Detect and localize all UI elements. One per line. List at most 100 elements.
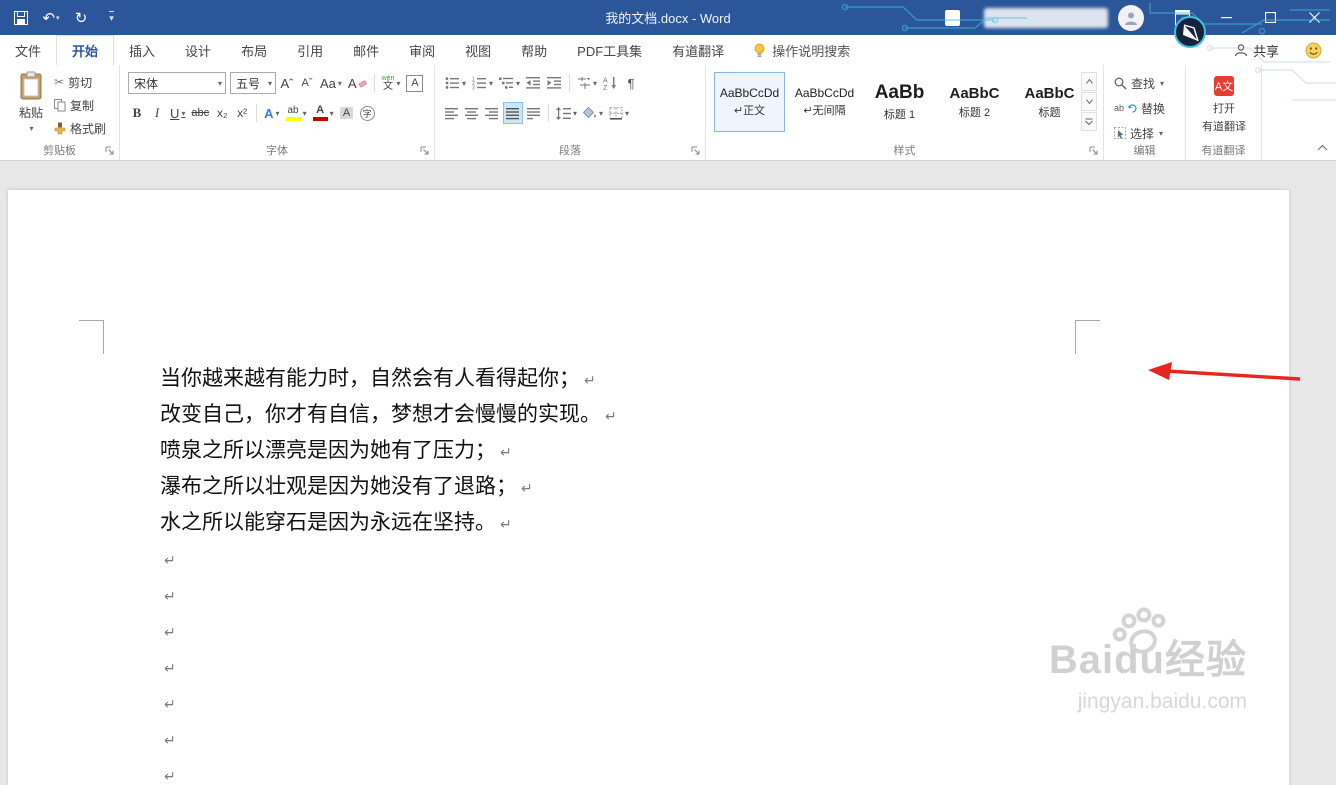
paste-button[interactable]: 粘贴 ▾ [10, 71, 52, 143]
chevron-down-icon: ▾ [217, 78, 222, 88]
tab-pdf-tools[interactable]: PDF工具集 [562, 35, 657, 65]
paragraph-dialog-launcher[interactable] [691, 146, 701, 156]
tell-me-search[interactable]: 操作说明搜索 [739, 35, 864, 65]
minimize-button[interactable] [1204, 0, 1248, 35]
undo-button[interactable]: ↶ ▾ [38, 5, 64, 31]
styles-dialog-launcher[interactable] [1089, 146, 1099, 156]
paragraph-mark: ↵ [500, 517, 512, 533]
styles-gallery-more-button[interactable] [1081, 112, 1097, 131]
tab-review[interactable]: 审阅 [394, 35, 450, 65]
replace-button[interactable]: ab 替换 [1114, 99, 1165, 117]
phonetic-guide-button[interactable]: wén 文 ▾ [380, 72, 403, 94]
style-normal[interactable]: AaBbCcDd ↵正文 [714, 72, 785, 132]
copy-button[interactable]: 复制 [54, 96, 106, 114]
font-size-combo[interactable]: 五号 ▾ [230, 72, 276, 94]
tab-insert[interactable]: 插入 [114, 35, 170, 65]
font-group-label: 字体 [266, 145, 288, 157]
close-button[interactable] [1292, 0, 1336, 35]
decrease-indent-button[interactable] [524, 72, 543, 94]
bullets-button[interactable]: ▾ [443, 72, 468, 94]
font-name-value: 宋体 [134, 76, 159, 91]
collapse-ribbon-button[interactable] [1317, 138, 1328, 156]
style-title[interactable]: AaBbC 标题 [1014, 72, 1085, 132]
grow-font-button[interactable]: Aˆ [278, 72, 296, 94]
asian-layout-button[interactable]: ▾ [575, 72, 599, 94]
document-empty-line: ↵ [160, 720, 617, 756]
style-heading-2[interactable]: AaBbC 标题 2 [939, 72, 1010, 132]
paragraph-mark: ↵ [164, 553, 176, 569]
maximize-button[interactable] [1248, 0, 1292, 35]
font-name-combo[interactable]: 宋体 ▾ [128, 72, 226, 94]
cut-button[interactable]: ✂ 剪切 [54, 73, 106, 91]
feedback-button[interactable] [1291, 35, 1336, 65]
styles-group: AaBbCcDd ↵正文 AaBbCcDd ↵无间隔 AaBb 标题 1 AaB… [706, 65, 1104, 160]
shrink-font-button[interactable]: Aˇ [298, 72, 316, 94]
multilevel-list-button[interactable]: ▾ [497, 72, 522, 94]
tab-help[interactable]: 帮助 [506, 35, 562, 65]
tell-me-label: 操作说明搜索 [772, 43, 851, 59]
share-button[interactable]: 共享 [1222, 35, 1291, 65]
text-effects-button[interactable]: A ▾ [262, 102, 281, 124]
redo-icon: ↻ [74, 9, 88, 27]
paragraph-mark: ↵ [164, 625, 176, 641]
font-group: 宋体 ▾ 五号 ▾ Aˆ Aˇ Aa ▾ A wén 文 ▾ A B I U ▾… [120, 65, 435, 160]
align-center-button[interactable] [463, 102, 481, 124]
style-no-spacing[interactable]: AaBbCcDd ↵无间隔 [789, 72, 860, 132]
strikethrough-button[interactable]: abc [189, 102, 211, 124]
distribute-icon [527, 107, 540, 119]
brush-icon [54, 122, 66, 134]
clear-formatting-button[interactable]: A [346, 72, 369, 94]
tab-mailings[interactable]: 邮件 [338, 35, 394, 65]
ribbon-display-options-button[interactable] [1160, 0, 1204, 35]
maximize-icon [1264, 12, 1276, 23]
document-empty-line: ↵ [160, 540, 617, 576]
change-case-button[interactable]: Aa ▾ [318, 72, 344, 94]
superscript-button[interactable]: x² [233, 102, 251, 124]
customize-qat-button[interactable]: ▾ [98, 5, 124, 31]
show-hide-marks-button[interactable]: ¶ [622, 72, 640, 94]
distribute-button[interactable] [525, 102, 543, 124]
tab-references[interactable]: 引用 [282, 35, 338, 65]
document-empty-line: ↵ [160, 612, 617, 648]
tab-design[interactable]: 设计 [170, 35, 226, 65]
subscript-button[interactable]: x₂ [213, 102, 231, 124]
font-dialog-launcher[interactable] [420, 146, 430, 156]
enclose-characters-button[interactable]: 字 [358, 102, 377, 124]
document-page[interactable]: 当你越来越有能力时，自然会有人看得起你； ↵ 改变自己，你才有自信，梦想才会慢慢的… [8, 190, 1289, 785]
tab-home[interactable]: 开始 [56, 35, 115, 65]
line-spacing-button[interactable]: ▾ [554, 102, 579, 124]
select-button[interactable]: 选择 ▾ [1114, 124, 1165, 142]
sort-button[interactable]: AZ [601, 72, 620, 94]
font-color-button[interactable]: A ▾ [311, 102, 336, 124]
justify-button[interactable] [503, 102, 523, 124]
italic-button[interactable]: I [148, 102, 166, 124]
underline-button[interactable]: U ▾ [168, 102, 187, 124]
format-painter-button[interactable]: 格式刷 [54, 119, 106, 137]
account-avatar[interactable] [1118, 4, 1144, 31]
tab-file[interactable]: 文件 [0, 35, 56, 65]
shading-button[interactable]: ▾ [581, 102, 605, 124]
borders-button[interactable]: ▾ [607, 102, 631, 124]
tab-layout[interactable]: 布局 [226, 35, 282, 65]
asian-layout-icon [578, 77, 591, 89]
increase-indent-button[interactable] [545, 72, 564, 94]
align-left-button[interactable] [443, 102, 461, 124]
find-button[interactable]: 查找 ▾ [1114, 74, 1165, 92]
youdao-group-label: 有道翻译 [1201, 145, 1246, 157]
highlight-color-button[interactable]: ab ▾ [284, 102, 309, 124]
bold-button[interactable]: B [128, 102, 146, 124]
clipboard-dialog-launcher[interactable] [105, 146, 115, 156]
tab-youdao-translate[interactable]: 有道翻译 [657, 35, 739, 65]
numbering-button[interactable]: 123 ▾ [470, 72, 495, 94]
save-button[interactable] [8, 5, 34, 31]
character-border-button[interactable]: A [404, 72, 425, 94]
styles-scroll-up-button[interactable] [1081, 72, 1097, 91]
character-shading-button[interactable]: A [338, 102, 356, 124]
redo-button[interactable]: ↻ [68, 5, 94, 31]
open-youdao-translate-button[interactable]: A文 打开 有道翻译 [1194, 72, 1254, 138]
quick-access-toolbar: ↶ ▾ ↻ ▾ [8, 0, 124, 35]
style-heading-1[interactable]: AaBb 标题 1 [864, 72, 935, 132]
styles-scroll-down-button[interactable] [1081, 92, 1097, 111]
tab-view[interactable]: 视图 [450, 35, 506, 65]
align-right-button[interactable] [483, 102, 501, 124]
